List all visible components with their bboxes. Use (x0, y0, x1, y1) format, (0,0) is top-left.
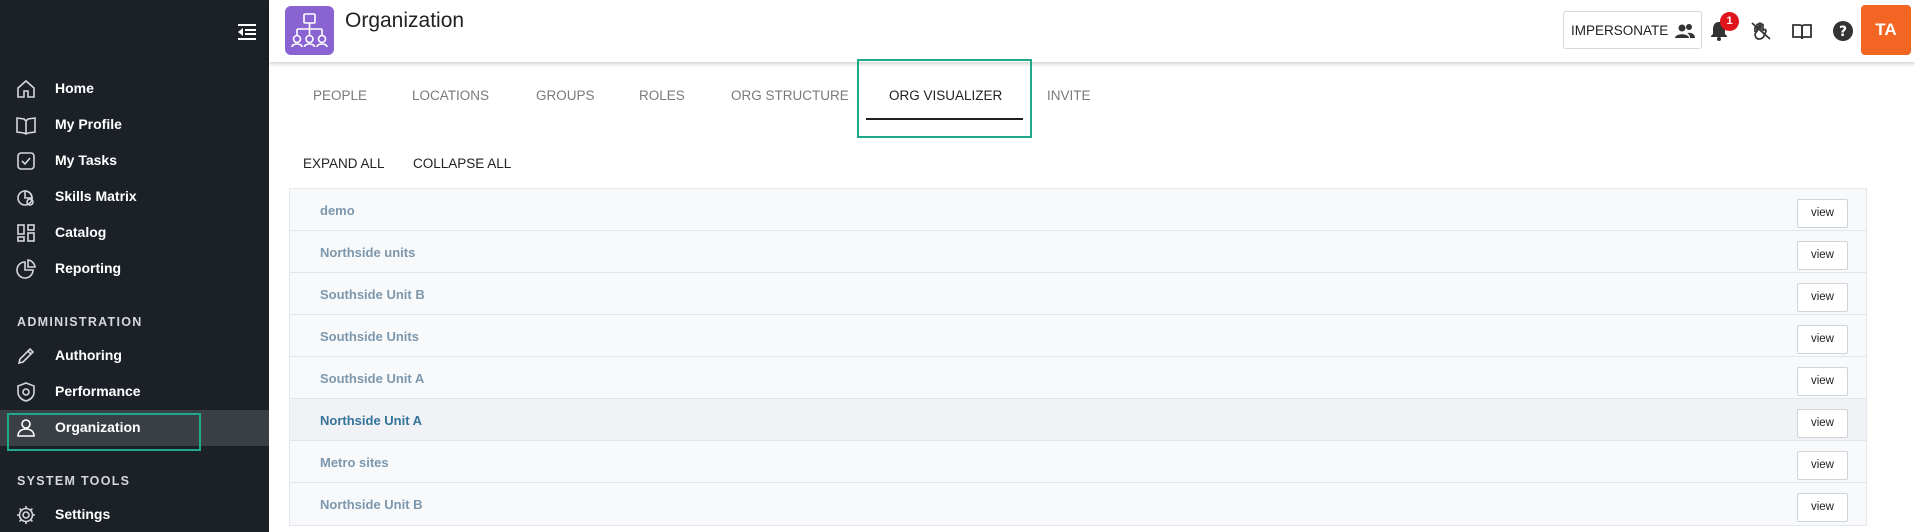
list-item: Metro sites view (290, 441, 1866, 483)
view-button[interactable]: view (1797, 493, 1848, 522)
gear-icon (15, 504, 37, 526)
svg-text:?: ? (1839, 24, 1847, 40)
org-chart-icon (285, 6, 334, 55)
sidebar-item-settings[interactable]: Settings (0, 497, 269, 532)
sidebar-item-label: My Tasks (55, 152, 117, 168)
org-unit-name[interactable]: Southside Unit B (320, 287, 425, 302)
org-unit-name[interactable]: Northside units (320, 245, 415, 260)
collapse-all-button[interactable]: COLLAPSE ALL (413, 156, 511, 171)
shield-gear-icon (15, 381, 37, 403)
sidebar-item-my-tasks[interactable]: My Tasks (0, 143, 269, 179)
org-unit-name[interactable]: demo (320, 203, 355, 218)
active-tab-indicator (866, 118, 1023, 120)
list-item: Southside Units view (290, 315, 1866, 357)
sidebar-item-organization[interactable]: Organization (0, 410, 269, 446)
org-unit-list: demo view Northside units view Southside… (289, 188, 1867, 526)
sidebar: Home My Profile My Tasks Skills Matrix C… (0, 0, 269, 532)
view-button[interactable]: view (1797, 283, 1848, 312)
sidebar-item-label: Catalog (55, 224, 107, 240)
list-item: Northside units view (290, 231, 1866, 273)
impersonate-label: IMPERSONATE (1571, 23, 1669, 38)
pencil-icon (15, 345, 37, 367)
checkbox-icon (15, 150, 37, 172)
org-unit-name[interactable]: Northside Unit B (320, 497, 423, 512)
sidebar-item-label: Organization (55, 419, 141, 435)
tab-org-structure[interactable]: ORG STRUCTURE (731, 88, 849, 103)
view-button[interactable]: view (1797, 451, 1848, 480)
sidebar-item-skills-matrix[interactable]: Skills Matrix (0, 179, 269, 215)
pie-chart-icon (15, 258, 37, 280)
app-root: Home My Profile My Tasks Skills Matrix C… (0, 0, 1915, 532)
tab-locations[interactable]: LOCATIONS (412, 88, 489, 103)
sidebar-item-label: Skills Matrix (55, 188, 137, 204)
book-icon (15, 114, 37, 136)
person-icon (15, 417, 37, 439)
tab-groups[interactable]: GROUPS (536, 88, 595, 103)
org-unit-name[interactable]: Southside Unit A (320, 371, 424, 386)
tab-people[interactable]: PEOPLE (313, 88, 367, 103)
sidebar-item-label: Performance (55, 383, 141, 399)
tab-org-visualizer[interactable]: ORG VISUALIZER (889, 88, 1002, 103)
sidebar-item-authoring[interactable]: Authoring (0, 338, 269, 374)
sidebar-item-home[interactable]: Home (0, 71, 269, 107)
grid-icon (15, 222, 37, 244)
tab-invite[interactable]: INVITE (1047, 88, 1091, 103)
book-icon[interactable] (1791, 20, 1813, 42)
system-tools-heading: SYSTEM TOOLS (17, 474, 131, 488)
list-item: Southside Unit A view (290, 357, 1866, 399)
sidebar-item-performance[interactable]: Performance (0, 374, 269, 410)
no-touch-icon[interactable] (1750, 20, 1772, 42)
list-item: Northside Unit A view (290, 399, 1866, 441)
view-button[interactable]: view (1797, 241, 1848, 270)
sidebar-item-catalog[interactable]: Catalog (0, 215, 269, 251)
sidebar-item-reporting[interactable]: Reporting (0, 251, 269, 287)
org-unit-name[interactable]: Southside Units (320, 329, 419, 344)
top-header: Organization IMPERSONATE 1 ? TA (269, 0, 1915, 62)
org-unit-name[interactable]: Northside Unit A (320, 413, 422, 428)
sidebar-item-label: Authoring (55, 347, 122, 363)
home-icon (15, 78, 37, 100)
help-icon[interactable]: ? (1832, 20, 1854, 42)
sidebar-item-label: Home (55, 80, 94, 96)
people-icon (1674, 22, 1696, 40)
org-unit-name[interactable]: Metro sites (320, 455, 389, 470)
list-item: Northside Unit B view (290, 483, 1866, 525)
collapse-sidebar-icon[interactable] (236, 22, 258, 42)
view-button[interactable]: view (1797, 367, 1848, 396)
list-item: Southside Unit B view (290, 273, 1866, 315)
sidebar-item-label: Reporting (55, 260, 122, 276)
view-button[interactable]: view (1797, 325, 1848, 354)
impersonate-button[interactable]: IMPERSONATE (1563, 11, 1702, 49)
sidebar-item-my-profile[interactable]: My Profile (0, 107, 269, 143)
sidebar-item-label: Settings (55, 506, 111, 522)
notification-badge: 1 (1720, 12, 1739, 31)
list-item: demo view (290, 189, 1866, 231)
avatar[interactable]: TA (1861, 5, 1911, 55)
view-button[interactable]: view (1797, 199, 1848, 228)
view-button[interactable]: view (1797, 409, 1848, 438)
tab-roles[interactable]: ROLES (639, 88, 685, 103)
skills-icon (15, 186, 37, 208)
page-title: Organization (345, 9, 465, 32)
expand-all-button[interactable]: EXPAND ALL (303, 156, 385, 171)
sidebar-item-label: My Profile (55, 116, 122, 132)
administration-heading: ADMINISTRATION (17, 315, 143, 329)
